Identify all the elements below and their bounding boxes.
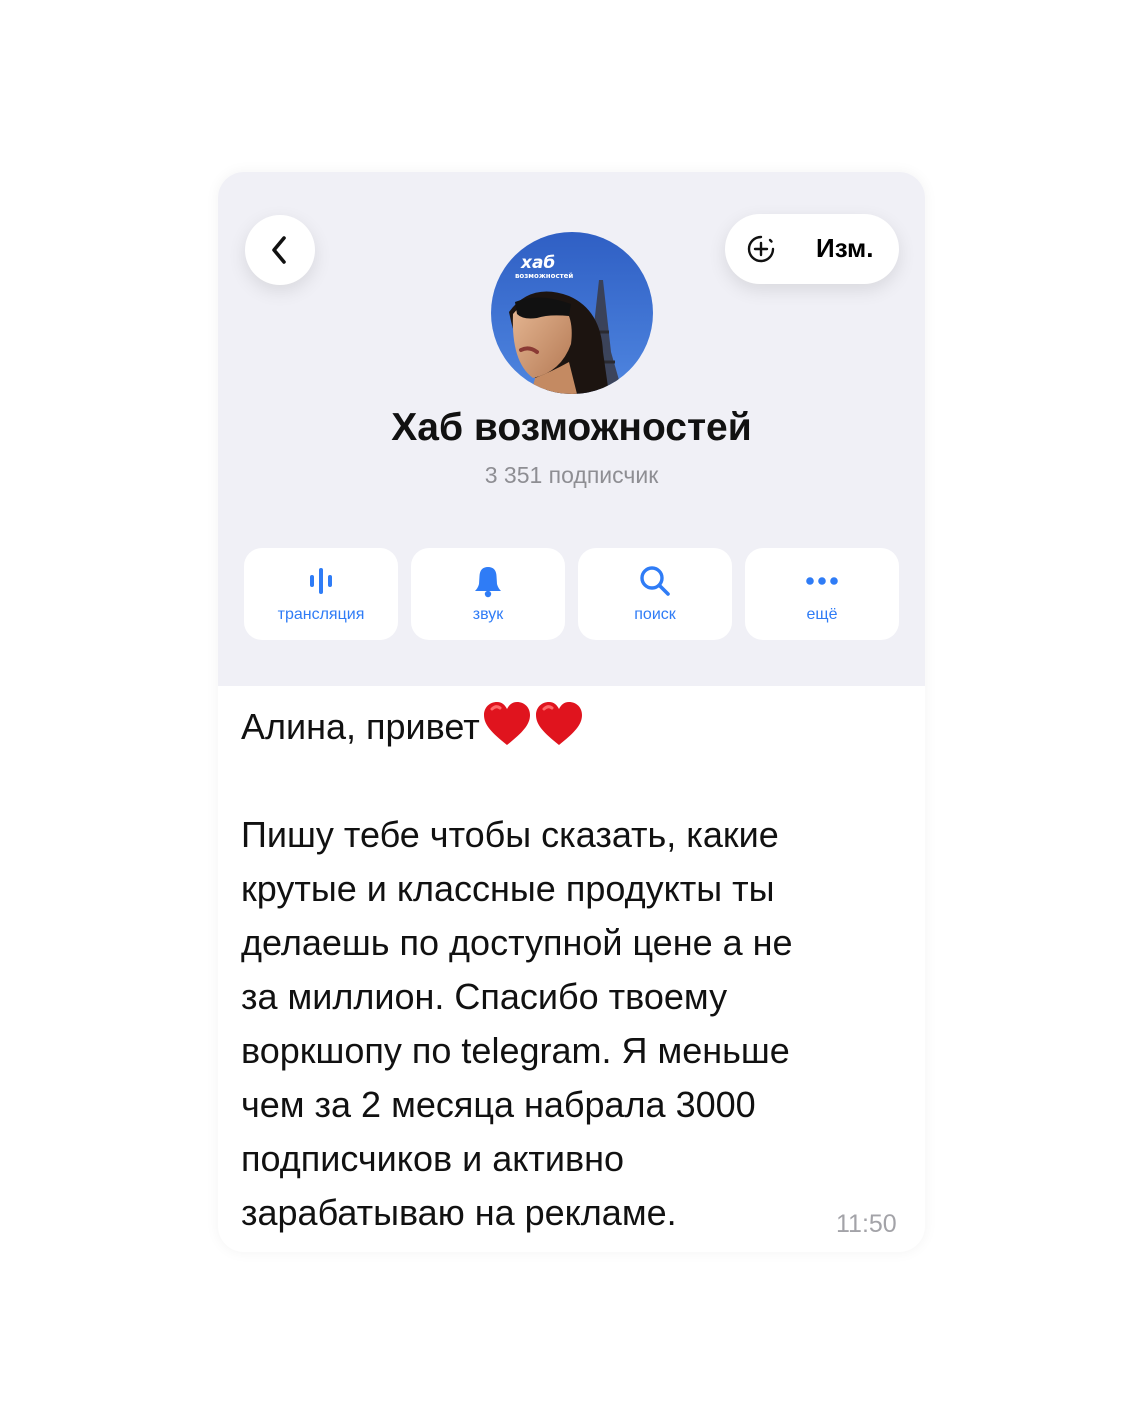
message-line: за миллион. Спасибо твоему bbox=[241, 976, 728, 1017]
search-label: поиск bbox=[634, 606, 676, 623]
edit-button[interactable]: Изм. bbox=[725, 214, 899, 284]
back-button[interactable] bbox=[245, 215, 315, 285]
search-icon bbox=[640, 566, 670, 596]
message-timestamp: 11:50 bbox=[836, 1210, 897, 1238]
avatar-text-line2: возможностей bbox=[515, 272, 573, 280]
message-line: делаешь по доступной цене а не bbox=[241, 922, 793, 963]
avatar-image: хаб возможностей bbox=[491, 232, 653, 394]
bell-icon bbox=[475, 567, 501, 598]
channel-avatar[interactable]: хаб возможностей bbox=[491, 232, 653, 394]
message-line: чем за 2 месяца набрала 3000 bbox=[241, 1084, 756, 1125]
channel-title: Хаб возможностей bbox=[391, 406, 752, 449]
more-label: ещё bbox=[806, 606, 838, 623]
edit-label: Изм. bbox=[816, 233, 874, 263]
voice-chat-icon bbox=[310, 568, 332, 594]
channel-screenshot-card: Изм. хаб возможностей Хаб возможностей 3… bbox=[218, 172, 925, 1252]
message-line: Пишу тебе чтобы сказать, какие bbox=[241, 814, 779, 855]
action-bar: трансляция звук поиск ещё bbox=[244, 548, 900, 640]
more-button[interactable]: ещё bbox=[745, 548, 899, 640]
message-bubble: Алина, привет Пишу тебе чтобы сказать, к… bbox=[241, 700, 891, 1240]
sound-button[interactable]: звук bbox=[411, 548, 565, 640]
sound-label: звук bbox=[472, 606, 504, 623]
message-line: крутые и классные продукты ты bbox=[241, 868, 775, 909]
chevron-left-icon bbox=[272, 236, 286, 264]
message-line: воркшопу по telegram. Я меньше bbox=[241, 1030, 790, 1071]
message-line: зарабатываю на рекламе. bbox=[241, 1192, 677, 1233]
message-greeting-line: Алина, привет bbox=[241, 700, 891, 754]
add-circle-icon bbox=[747, 235, 775, 263]
voice-chat-label: трансляция bbox=[277, 606, 365, 623]
more-icon bbox=[806, 577, 838, 585]
heart-emoji-icon bbox=[535, 702, 582, 745]
heart-emoji-icon bbox=[483, 702, 530, 745]
message-greeting: Алина, привет bbox=[241, 706, 480, 747]
subscriber-count: 3 351 подписчик bbox=[484, 462, 659, 488]
message-line: подписчиков и активно bbox=[241, 1138, 625, 1179]
search-button[interactable]: поиск bbox=[578, 548, 732, 640]
avatar-text-line1: хаб bbox=[520, 253, 555, 273]
voice-chat-button[interactable]: трансляция bbox=[244, 548, 398, 640]
channel-header: Изм. хаб возможностей Хаб возможностей 3… bbox=[218, 172, 925, 686]
